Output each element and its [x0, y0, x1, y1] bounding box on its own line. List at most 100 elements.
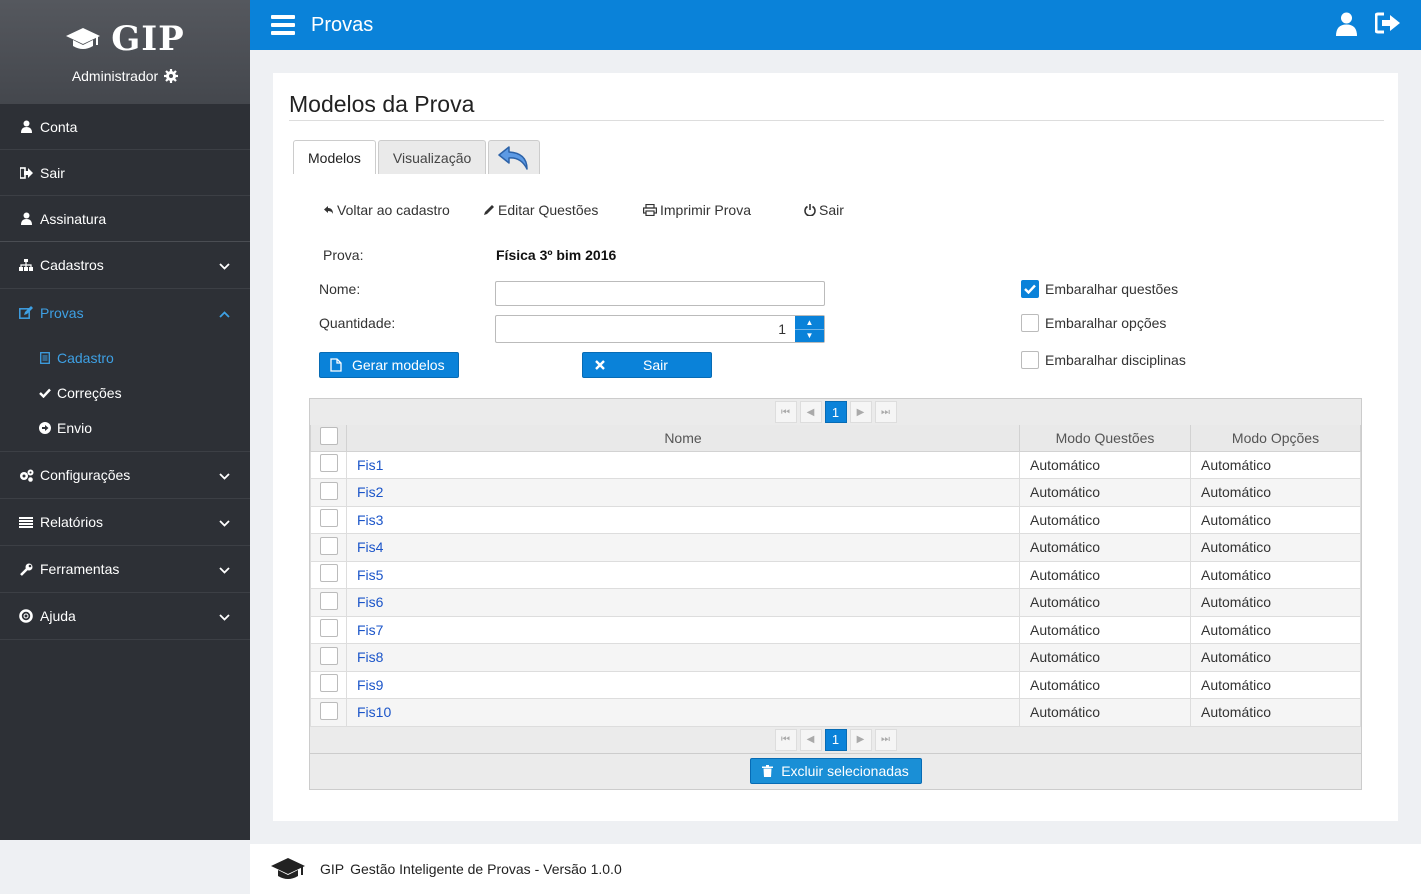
prova-value: Física 3º bim 2016	[496, 247, 617, 263]
row-checkbox[interactable]	[319, 591, 338, 610]
model-name-link[interactable]: Fis3	[357, 512, 383, 528]
table-footer: Excluir selecionadas	[310, 752, 1361, 789]
column-header-nome[interactable]: Nome	[346, 425, 1020, 452]
first-page-icon[interactable]: ⏮	[774, 401, 797, 423]
print-exam-link[interactable]: Imprimir Prova	[643, 202, 804, 218]
sidebar-item-ferramentas[interactable]: Ferramentas	[0, 546, 250, 593]
sair-button[interactable]: Sair	[582, 352, 712, 378]
table-row[interactable]: Fis5 Automático Automático	[310, 560, 1361, 589]
embaralhar-disciplinas-option[interactable]: Embaralhar disciplinas	[1021, 351, 1186, 369]
sidebar-item-cadastros[interactable]: Cadastros	[0, 242, 250, 289]
tab-visualizacao[interactable]: Visualização	[377, 140, 487, 174]
table-row[interactable]: Fis8 Automático Automático	[310, 643, 1361, 672]
tab-modelos[interactable]: Modelos	[293, 140, 376, 174]
column-header-modo-questoes[interactable]: Modo Questões	[1019, 425, 1191, 452]
sidebar-item-configuracoes[interactable]: Configurações	[0, 452, 250, 499]
spinner-up-icon[interactable]: ▲	[795, 316, 824, 330]
embaralhar-disciplinas-checkbox[interactable]	[1021, 351, 1039, 369]
last-page-icon[interactable]: ⏭	[874, 728, 897, 751]
chevron-down-icon	[219, 257, 230, 273]
check-icon	[38, 388, 52, 398]
page-header-title: Provas	[311, 13, 374, 36]
embaralhar-questoes-checkbox[interactable]	[1021, 280, 1039, 298]
back-to-register-link[interactable]: Voltar ao cadastro	[324, 202, 483, 218]
edit-questions-link[interactable]: Editar Questões	[483, 202, 643, 218]
select-all-header	[310, 425, 347, 452]
table-row[interactable]: Fis7 Automático Automático	[310, 615, 1361, 644]
prev-page-icon[interactable]: ◀	[799, 728, 822, 751]
table-row[interactable]: Fis6 Automático Automático	[310, 588, 1361, 617]
model-name-link[interactable]: Fis7	[357, 622, 383, 638]
table-row[interactable]: Fis10 Automático Automático	[310, 698, 1361, 727]
sign-out-icon[interactable]	[1375, 12, 1401, 34]
model-name-link[interactable]: Fis6	[357, 594, 383, 610]
sidebar-item-conta[interactable]: Conta	[0, 104, 250, 150]
sidebar-subitem-cadastro[interactable]: Cadastro	[0, 340, 250, 375]
page-number-button[interactable]: 1	[824, 728, 847, 751]
user-profile-icon[interactable]	[1336, 12, 1357, 36]
row-checkbox[interactable]	[319, 564, 338, 583]
first-page-icon[interactable]: ⏮	[774, 728, 797, 751]
nome-label: Nome:	[319, 281, 361, 297]
table-row[interactable]: Fis2 Automático Automático	[310, 478, 1361, 507]
exit-link[interactable]: Sair	[804, 202, 844, 218]
row-checkbox[interactable]	[319, 619, 338, 638]
model-name-link[interactable]: Fis8	[357, 649, 383, 665]
embaralhar-questoes-option[interactable]: Embaralhar questões	[1021, 280, 1178, 298]
delete-selected-button[interactable]: Excluir selecionadas	[749, 758, 922, 784]
spinner-down-icon[interactable]: ▼	[795, 330, 824, 343]
gerar-modelos-button[interactable]: Gerar modelos	[319, 352, 459, 378]
modo-questoes-cell: Automático	[1019, 643, 1191, 672]
embaralhar-opcoes-checkbox[interactable]	[1021, 314, 1039, 332]
sidebar-item-sair[interactable]: Sair	[0, 150, 250, 196]
page-number-button[interactable]: 1	[824, 401, 847, 423]
chevron-down-icon	[219, 514, 230, 530]
modo-opcoes-cell: Automático	[1190, 533, 1361, 562]
last-page-icon[interactable]: ⏭	[874, 401, 897, 423]
sidebar-item-relatorios[interactable]: Relatórios	[0, 499, 250, 546]
table-row[interactable]: Fis3 Automático Automático	[310, 505, 1361, 534]
table-row[interactable]: Fis4 Automático Automático	[310, 533, 1361, 562]
next-page-icon[interactable]: ▶	[849, 401, 872, 423]
row-checkbox[interactable]	[319, 509, 338, 528]
modo-opcoes-cell: Automático	[1190, 560, 1361, 589]
chevron-up-icon	[219, 305, 230, 321]
sidebar-subitem-correcoes[interactable]: Correções	[0, 375, 250, 410]
sidebar-item-label: Ferramentas	[40, 561, 120, 577]
embaralhar-opcoes-option[interactable]: Embaralhar opções	[1021, 314, 1166, 332]
model-name-link[interactable]: Fis4	[357, 539, 383, 555]
row-checkbox[interactable]	[319, 701, 338, 720]
sidebar-item-ajuda[interactable]: Ajuda	[0, 593, 250, 640]
model-name-link[interactable]: Fis9	[357, 677, 383, 693]
table-row[interactable]: Fis1 Automático Automático	[310, 450, 1361, 479]
sidebar-item-assinatura[interactable]: Assinatura	[0, 196, 250, 242]
tab-back[interactable]	[488, 140, 541, 174]
column-header-modo-opcoes[interactable]: Modo Opções	[1190, 425, 1361, 452]
modo-questoes-cell: Automático	[1019, 505, 1191, 534]
row-checkbox[interactable]	[319, 536, 338, 555]
chevron-down-icon	[219, 608, 230, 624]
row-checkbox[interactable]	[319, 454, 338, 473]
quantidade-stepper[interactable]: 1 ▲ ▼	[495, 315, 825, 343]
hamburger-menu-icon[interactable]	[271, 15, 295, 35]
modo-opcoes-cell: Automático	[1190, 588, 1361, 617]
select-all-checkbox[interactable]	[319, 427, 338, 446]
table-row[interactable]: Fis9 Automático Automático	[310, 670, 1361, 699]
model-name-link[interactable]: Fis10	[357, 704, 391, 720]
sidebar-subitem-envio[interactable]: Envio	[0, 410, 250, 445]
model-name-link[interactable]: Fis5	[357, 567, 383, 583]
model-name-link[interactable]: Fis2	[357, 484, 383, 500]
row-checkbox[interactable]	[319, 481, 338, 500]
life-ring-icon	[18, 609, 34, 623]
row-checkbox[interactable]	[319, 646, 338, 665]
prev-page-icon[interactable]: ◀	[799, 401, 822, 423]
nome-input[interactable]	[495, 281, 825, 306]
row-checkbox[interactable]	[319, 674, 338, 693]
next-page-icon[interactable]: ▶	[849, 728, 872, 751]
admin-menu[interactable]: Administrador	[0, 62, 250, 84]
sidebar-item-provas[interactable]: Provas	[0, 289, 250, 336]
wrench-icon	[18, 563, 34, 576]
model-name-link[interactable]: Fis1	[357, 457, 383, 473]
quantidade-value: 1	[778, 321, 786, 337]
footer-text: Gestão Inteligente de Provas - Versão 1.…	[350, 861, 622, 877]
